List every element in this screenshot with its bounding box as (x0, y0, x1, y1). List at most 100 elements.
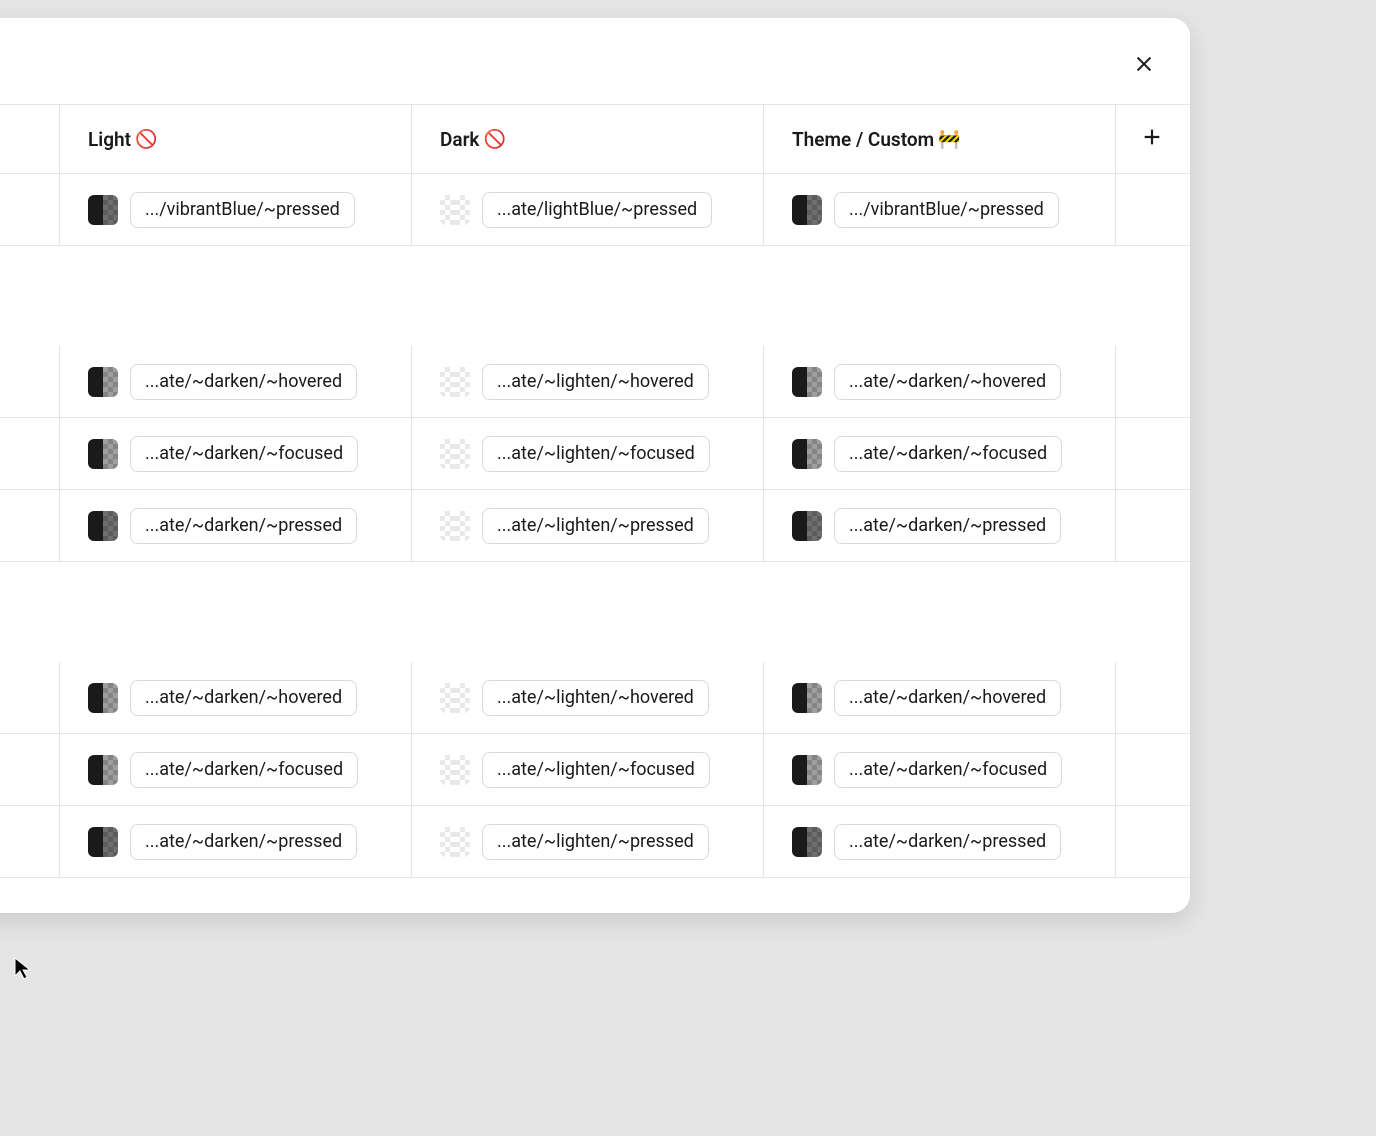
column-header-partial[interactable] (0, 105, 60, 173)
table-row: ed ...ate/~darken/~focused ...ate/~light… (0, 734, 1190, 806)
table-row: ed ...ate/~darken/~pressed ...ate/~light… (0, 806, 1190, 878)
column-header-light[interactable]: Light 🚫 (60, 105, 412, 173)
cell-trailing (1116, 418, 1188, 489)
color-swatch (88, 755, 118, 785)
cell-dark[interactable]: ...ate/~lighten/~hovered (412, 662, 764, 733)
value-pill[interactable]: ...ate/~darken/~hovered (834, 364, 1061, 400)
cell-theme[interactable]: ...ate/~darken/~focused (764, 418, 1116, 489)
cell-dark[interactable]: ...ate/~lighten/~focused (412, 418, 764, 489)
value-pill[interactable]: ...ate/~lighten/~hovered (482, 364, 709, 400)
cell-trailing (1116, 734, 1188, 805)
add-column-button[interactable] (1116, 105, 1188, 173)
cell-light[interactable]: ...ate/~darken/~pressed (60, 490, 412, 561)
color-swatch (88, 511, 118, 541)
cell-partial[interactable]: ed (0, 490, 60, 561)
cell-partial[interactable]: ed (0, 418, 60, 489)
value-pill[interactable]: ...ate/~darken/~focused (834, 436, 1062, 472)
value-pill[interactable]: ...ate/~darken/~hovered (834, 680, 1061, 716)
cell-theme[interactable]: ...ate/~darken/~pressed (764, 806, 1116, 877)
column-header-theme[interactable]: Theme / Custom 🚧 (764, 105, 1116, 173)
close-icon (1133, 53, 1155, 75)
cell-dark[interactable]: ...ate/lightBlue/~pressed (412, 174, 764, 245)
value-pill[interactable]: ...ate/~lighten/~focused (482, 752, 710, 788)
column-label: Theme / Custom (792, 128, 934, 151)
variables-table: Light 🚫 Dark 🚫 Theme / Custom 🚧 (0, 104, 1190, 878)
cell-dark[interactable]: ...ate/~lighten/~hovered (412, 346, 764, 417)
cell-light[interactable]: ...ate/~darken/~hovered (60, 346, 412, 417)
group-spacer (0, 246, 1190, 346)
color-swatch (792, 683, 822, 713)
color-swatch (792, 755, 822, 785)
value-pill[interactable]: ...ate/~darken/~pressed (834, 508, 1061, 544)
table-header-row: Light 🚫 Dark 🚫 Theme / Custom 🚧 (0, 104, 1190, 174)
color-swatch (440, 827, 470, 857)
table-row: ed .../vibrantBlue/~pressed ...ate/light… (0, 174, 1190, 246)
color-swatch (792, 195, 822, 225)
cell-partial[interactable]: ed (0, 346, 60, 417)
value-pill[interactable]: ...ate/~darken/~pressed (130, 508, 357, 544)
table-row: ed ...ate/~darken/~pressed ...ate/~light… (0, 490, 1190, 562)
cell-theme[interactable]: .../vibrantBlue/~pressed (764, 174, 1116, 245)
color-swatch (792, 827, 822, 857)
cell-partial[interactable]: ed (0, 806, 60, 877)
cursor-icon (12, 956, 36, 980)
cell-partial[interactable]: ed (0, 174, 60, 245)
color-swatch (88, 367, 118, 397)
value-pill[interactable]: ...ate/~darken/~pressed (130, 824, 357, 860)
cell-trailing (1116, 490, 1188, 561)
cell-partial[interactable]: ed (0, 662, 60, 733)
cell-theme[interactable]: ...ate/~darken/~hovered (764, 662, 1116, 733)
cell-trailing (1116, 346, 1188, 417)
column-label: Light (88, 128, 131, 151)
variables-panel: Light 🚫 Dark 🚫 Theme / Custom 🚧 (0, 18, 1190, 913)
value-pill[interactable]: .../vibrantBlue/~pressed (130, 192, 355, 228)
cell-theme[interactable]: ...ate/~darken/~hovered (764, 346, 1116, 417)
color-swatch (440, 755, 470, 785)
color-swatch (792, 367, 822, 397)
value-pill[interactable]: ...ate/~darken/~hovered (130, 680, 357, 716)
color-swatch (88, 683, 118, 713)
plus-icon (1141, 126, 1163, 152)
cell-dark[interactable]: ...ate/~lighten/~pressed (412, 806, 764, 877)
cell-light[interactable]: ...ate/~darken/~pressed (60, 806, 412, 877)
value-pill[interactable]: ...ate/~darken/~focused (834, 752, 1062, 788)
prohibited-icon: 🚫 (483, 129, 505, 150)
close-button[interactable] (1130, 50, 1158, 78)
color-swatch (440, 683, 470, 713)
column-header-dark[interactable]: Dark 🚫 (412, 105, 764, 173)
table-row: ed ...ate/~darken/~hovered ...ate/~light… (0, 662, 1190, 734)
value-pill[interactable]: ...ate/~lighten/~focused (482, 436, 710, 472)
color-swatch (440, 195, 470, 225)
cell-light[interactable]: ...ate/~darken/~hovered (60, 662, 412, 733)
cell-trailing (1116, 662, 1188, 733)
value-pill[interactable]: ...ate/~lighten/~hovered (482, 680, 709, 716)
cell-light[interactable]: ...ate/~darken/~focused (60, 734, 412, 805)
color-swatch (88, 827, 118, 857)
cell-dark[interactable]: ...ate/~lighten/~pressed (412, 490, 764, 561)
color-swatch (440, 439, 470, 469)
cell-light[interactable]: ...ate/~darken/~focused (60, 418, 412, 489)
cell-dark[interactable]: ...ate/~lighten/~focused (412, 734, 764, 805)
value-pill[interactable]: ...ate/~darken/~focused (130, 436, 358, 472)
cell-light[interactable]: .../vibrantBlue/~pressed (60, 174, 412, 245)
cell-trailing (1116, 174, 1188, 245)
color-swatch (88, 195, 118, 225)
value-pill[interactable]: .../vibrantBlue/~pressed (834, 192, 1059, 228)
table-row: ed ...ate/~darken/~focused ...ate/~light… (0, 418, 1190, 490)
cell-trailing (1116, 806, 1188, 877)
group-spacer (0, 562, 1190, 662)
color-swatch (440, 511, 470, 541)
cell-partial[interactable]: ed (0, 734, 60, 805)
value-pill[interactable]: ...ate/lightBlue/~pressed (482, 192, 712, 228)
value-pill[interactable]: ...ate/~darken/~focused (130, 752, 358, 788)
value-pill[interactable]: ...ate/~darken/~pressed (834, 824, 1061, 860)
value-pill[interactable]: ...ate/~lighten/~pressed (482, 824, 709, 860)
prohibited-icon: 🚫 (135, 129, 157, 150)
color-swatch (792, 511, 822, 541)
value-pill[interactable]: ...ate/~lighten/~pressed (482, 508, 709, 544)
cell-theme[interactable]: ...ate/~darken/~focused (764, 734, 1116, 805)
value-pill[interactable]: ...ate/~darken/~hovered (130, 364, 357, 400)
cell-theme[interactable]: ...ate/~darken/~pressed (764, 490, 1116, 561)
construction-icon: 🚧 (938, 129, 960, 150)
color-swatch (440, 367, 470, 397)
